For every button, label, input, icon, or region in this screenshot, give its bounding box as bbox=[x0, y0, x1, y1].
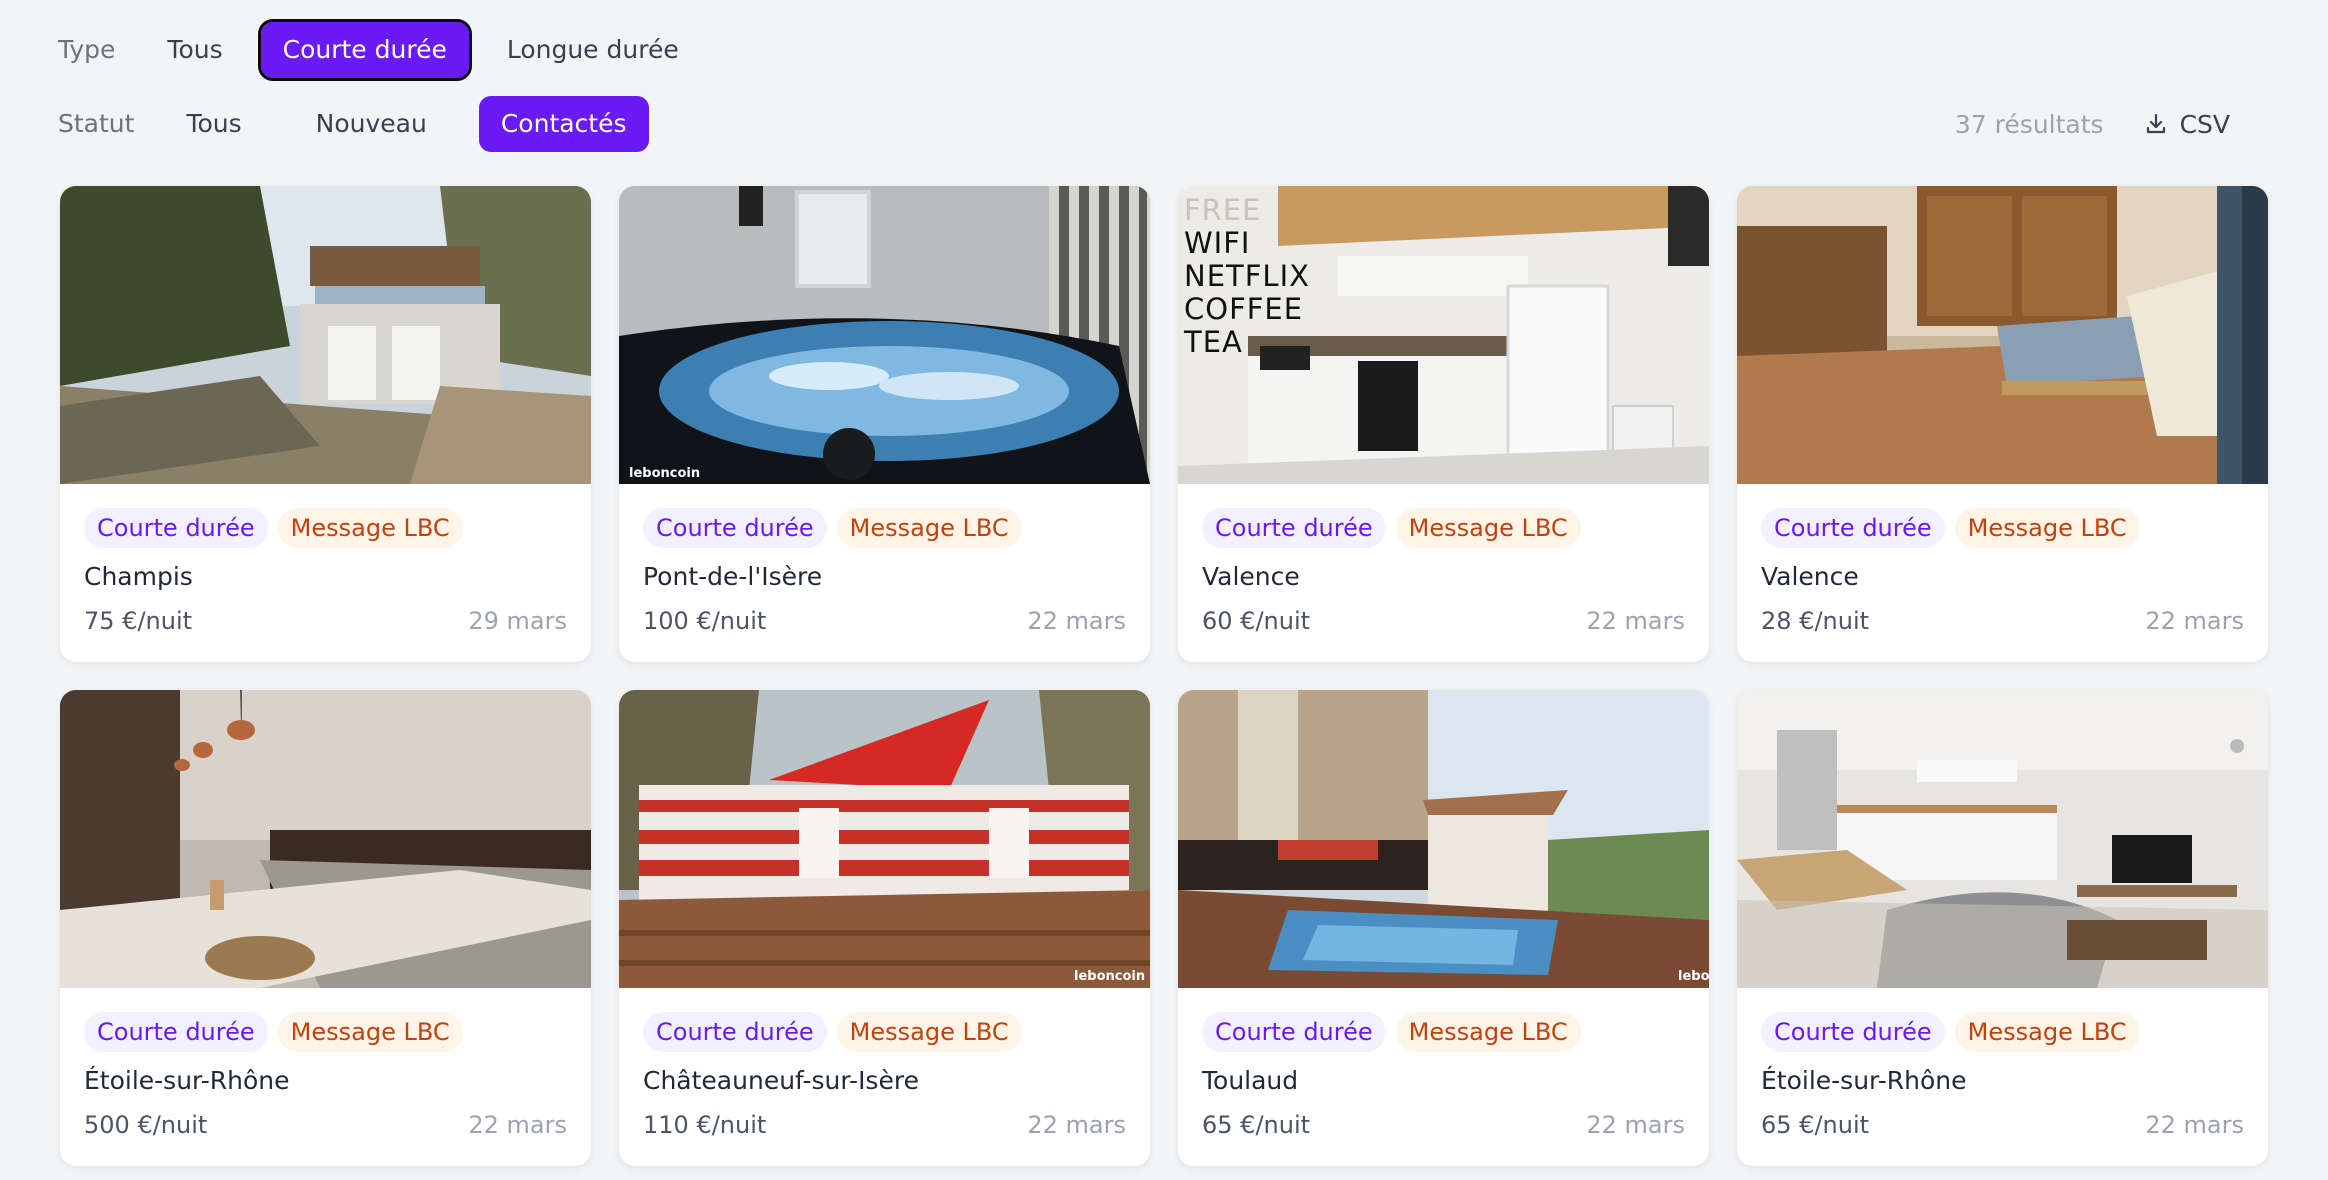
tag-duration: Courte durée bbox=[84, 1012, 268, 1052]
listing-city: Pont-de-l'Isère bbox=[643, 562, 823, 591]
listing-card[interactable]: FREE WIFI NETFLIX COFFEE TEA Courte duré… bbox=[1178, 186, 1709, 662]
tag-duration: Courte durée bbox=[643, 1012, 827, 1052]
results-bar: 37 résultats CSV bbox=[1955, 96, 2230, 152]
listing-card[interactable]: leboncoin Courte durée Message LBC Pont-… bbox=[619, 186, 1150, 662]
tag-duration: Courte durée bbox=[1202, 1012, 1386, 1052]
listing-card[interactable]: lebo Courte durée Message LBC Toulaud 65… bbox=[1178, 690, 1709, 1166]
listing-city: Châteauneuf-sur-Isère bbox=[643, 1066, 919, 1095]
listing-price: 65 €/nuit bbox=[1761, 1111, 1870, 1139]
results-count: 37 résultats bbox=[1954, 109, 2104, 139]
listing-photo bbox=[60, 186, 591, 484]
csv-export-button[interactable]: CSV bbox=[2144, 110, 2230, 139]
listing-city: Valence bbox=[1761, 562, 1859, 591]
listing-date: 29 mars bbox=[468, 607, 567, 635]
type-filter-row: Type Tous Courte durée Longue durée bbox=[58, 19, 717, 81]
listing-date: 22 mars bbox=[2145, 607, 2244, 635]
listing-photo bbox=[1737, 690, 2268, 988]
photo-overlay-text: FREE WIFI NETFLIX COFFEE TEA bbox=[1184, 193, 1310, 359]
listing-price: 500 €/nuit bbox=[84, 1111, 208, 1139]
csv-export-label: CSV bbox=[2179, 109, 2230, 139]
listing-date: 22 mars bbox=[468, 1111, 567, 1139]
statut-filter-nouveau[interactable]: Nouveau bbox=[294, 96, 449, 152]
type-filter-tous[interactable]: Tous bbox=[145, 22, 244, 78]
listing-price: 60 €/nuit bbox=[1202, 607, 1311, 635]
listing-date: 22 mars bbox=[1027, 1111, 1126, 1139]
statut-filter-contactes[interactable]: Contactés bbox=[478, 96, 649, 152]
listing-date: 22 mars bbox=[2145, 1111, 2244, 1139]
tag-message: Message LBC bbox=[1954, 1012, 2140, 1052]
listing-city: Toulaud bbox=[1202, 1066, 1299, 1095]
download-icon bbox=[2146, 113, 2165, 134]
type-filter-courte-duree[interactable]: Courte durée bbox=[257, 19, 472, 81]
photo-watermark: lebo bbox=[1678, 969, 1709, 984]
tag-duration: Courte durée bbox=[1202, 508, 1386, 548]
listing-grid: Courte durée Message LBC Champis 75 €/nu… bbox=[60, 186, 2268, 1166]
tag-duration: Courte durée bbox=[84, 508, 268, 548]
statut-filter-row: Statut Tous Nouveau Contactés bbox=[58, 96, 679, 152]
listing-price: 75 €/nuit bbox=[84, 607, 193, 635]
listing-photo bbox=[60, 690, 591, 988]
listing-city: Valence bbox=[1202, 562, 1300, 591]
listing-card[interactable]: Courte durée Message LBC Valence 28 €/nu… bbox=[1737, 186, 2268, 662]
statut-filter-label: Statut bbox=[58, 109, 135, 138]
listing-card[interactable]: leboncoin Courte durée Message LBC Châte… bbox=[619, 690, 1150, 1166]
listing-date: 22 mars bbox=[1586, 607, 1685, 635]
listing-city: Champis bbox=[84, 562, 193, 591]
tag-message: Message LBC bbox=[277, 1012, 463, 1052]
listing-city: Étoile-sur-Rhône bbox=[1761, 1066, 1967, 1095]
tag-message: Message LBC bbox=[1395, 508, 1581, 548]
listing-photo: FREE WIFI NETFLIX COFFEE TEA bbox=[1178, 186, 1709, 484]
listing-photo: lebo bbox=[1178, 690, 1709, 988]
listing-city: Étoile-sur-Rhône bbox=[84, 1066, 290, 1095]
tag-message: Message LBC bbox=[1954, 508, 2140, 548]
listing-card[interactable]: Courte durée Message LBC Étoile-sur-Rhôn… bbox=[1737, 690, 2268, 1166]
listing-price: 65 €/nuit bbox=[1202, 1111, 1311, 1139]
photo-watermark: leboncoin bbox=[629, 466, 700, 481]
tag-message: Message LBC bbox=[1395, 1012, 1581, 1052]
listing-date: 22 mars bbox=[1586, 1111, 1685, 1139]
listing-photo bbox=[1737, 186, 2268, 484]
statut-filter-tous[interactable]: Tous bbox=[164, 96, 263, 152]
listing-photo: leboncoin bbox=[619, 690, 1150, 988]
tag-duration: Courte durée bbox=[643, 508, 827, 548]
listing-card[interactable]: Courte durée Message LBC Champis 75 €/nu… bbox=[60, 186, 591, 662]
tag-duration: Courte durée bbox=[1761, 1012, 1945, 1052]
tag-message: Message LBC bbox=[836, 508, 1022, 548]
tag-message: Message LBC bbox=[277, 508, 463, 548]
listing-price: 28 €/nuit bbox=[1761, 607, 1870, 635]
listing-date: 22 mars bbox=[1027, 607, 1126, 635]
listing-price: 110 €/nuit bbox=[643, 1111, 767, 1139]
photo-watermark: leboncoin bbox=[1074, 969, 1145, 984]
tag-message: Message LBC bbox=[836, 1012, 1022, 1052]
listing-photo: leboncoin bbox=[619, 186, 1150, 484]
tag-duration: Courte durée bbox=[1761, 508, 1945, 548]
type-filter-longue-duree[interactable]: Longue durée bbox=[485, 22, 701, 78]
listing-card[interactable]: Courte durée Message LBC Étoile-sur-Rhôn… bbox=[60, 690, 591, 1166]
listing-price: 100 €/nuit bbox=[643, 607, 767, 635]
type-filter-label: Type bbox=[58, 35, 116, 64]
